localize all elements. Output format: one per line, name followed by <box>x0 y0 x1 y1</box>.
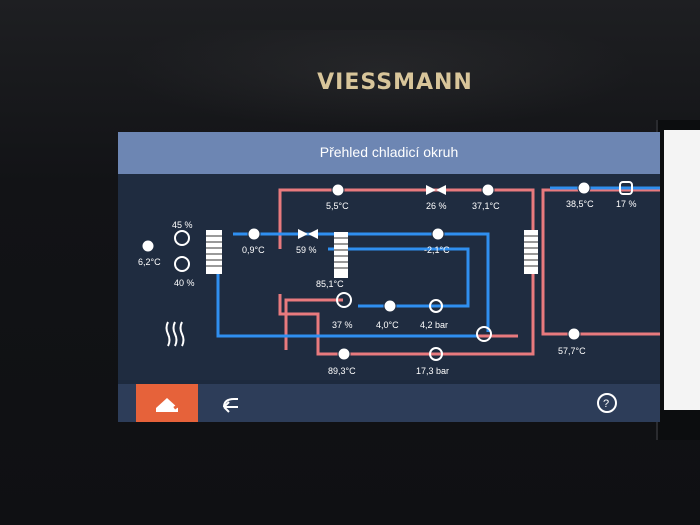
suction-temp-icon <box>331 183 345 197</box>
heating-waves-icon <box>165 321 185 347</box>
return-temp-icon <box>567 327 581 341</box>
exp-valve-top-icon-b <box>436 185 446 195</box>
brand-logo: VIESSMANN <box>317 70 473 95</box>
flow-temp-icon <box>577 181 591 195</box>
hot-pipe-bottom <box>278 294 535 356</box>
evap-temp-icon <box>383 299 397 313</box>
fan-bottom-label: 40 % <box>174 278 195 288</box>
back-arrow-icon <box>223 398 238 413</box>
heat-exchanger-right <box>524 230 538 274</box>
exp-valve-left-label: 59 % <box>296 245 317 255</box>
flow-temp-label: 38,5°C <box>566 199 594 209</box>
house-wrench-icon <box>156 398 184 412</box>
title-bar: Přehled chladicí okruh <box>118 132 660 174</box>
circuit-svg: 6,2°C 45 % 40 % 0,9°C 59 % 5,5°C 26 % 37… <box>138 181 660 376</box>
return-temp-label: 57,7°C <box>558 346 586 356</box>
liquid-temp-label: 37,1°C <box>472 201 500 211</box>
bottom-toolbar <box>118 384 660 422</box>
pump-pct-label: 17 % <box>616 199 637 209</box>
page-title: Přehled chladicí okruh <box>319 144 459 160</box>
hx-temp-label: 85,1°C <box>316 279 344 289</box>
fan-top-label: 45 % <box>172 220 193 230</box>
compressor-pct-label: 37 % <box>332 320 353 330</box>
discharge-temp-icon <box>337 347 351 361</box>
four-way-valve-icon <box>476 326 492 342</box>
cold-pipe-inner <box>328 247 470 308</box>
help-icon: ? <box>597 393 617 413</box>
discharge-temp-label: 89,3°C <box>328 366 356 376</box>
adjacent-device-panel <box>664 130 700 410</box>
suction-temp-label: 5,5°C <box>326 201 349 211</box>
outdoor-temp-icon <box>141 239 155 253</box>
back-button[interactable] <box>214 390 250 416</box>
heat-exchanger-left <box>206 230 222 274</box>
high-pressure-label: 17,3 bar <box>416 366 449 376</box>
refrigerant-circuit-diagram: 6,2°C 45 % 40 % 0,9°C 59 % 5,5°C 26 % 37… <box>118 174 660 380</box>
hot-pipe-right <box>541 188 660 336</box>
evap-temp-label: 4,0°C <box>376 320 399 330</box>
mid-temp-icon <box>431 227 445 241</box>
exp-valve-top-icon-a <box>426 185 436 195</box>
liquid-temp-icon <box>481 183 495 197</box>
low-pressure-label: 4,2 bar <box>420 320 448 330</box>
exp-valve-left-icon-b <box>308 229 318 239</box>
home-button[interactable] <box>136 384 198 422</box>
fan-top-icon <box>174 230 190 246</box>
mid-temp-label: -2,1°C <box>424 245 450 255</box>
display-screen: Přehled chladicí okruh 6,2°C 45 % 40 % 0… <box>118 132 660 422</box>
exp-valve-top-label: 26 % <box>426 201 447 211</box>
hot-pipe-top <box>278 188 535 332</box>
hx-left-temp-icon <box>247 227 261 241</box>
exp-valve-left-icon-a <box>298 229 308 239</box>
help-button[interactable]: ? <box>596 392 618 414</box>
hx-left-temp-label: 0,9°C <box>242 245 265 255</box>
outdoor-temp-label: 6,2°C <box>138 257 161 267</box>
fan-bottom-icon <box>174 256 190 272</box>
heat-exchanger-middle <box>334 232 348 278</box>
svg-text:?: ? <box>603 398 609 410</box>
